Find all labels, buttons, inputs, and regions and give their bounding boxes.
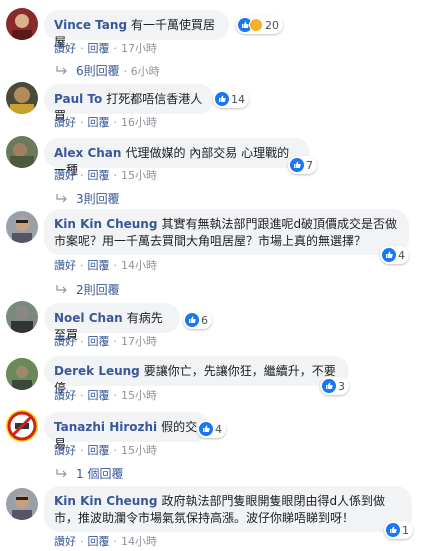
haha-icon bbox=[249, 18, 263, 32]
like-link[interactable]: 讚好 bbox=[54, 389, 76, 402]
comment-actions: 讚好 · 回覆 · 17小時 bbox=[54, 42, 157, 55]
reply-link[interactable]: 回覆 bbox=[88, 444, 110, 457]
commenter-name[interactable]: Tanazhi Hirozhi bbox=[54, 420, 157, 434]
avatar[interactable] bbox=[6, 301, 38, 333]
comment-bubble: Tanazhi Hirozhi 假的交易 bbox=[44, 412, 209, 451]
avatar[interactable] bbox=[6, 211, 38, 243]
avatar[interactable] bbox=[6, 136, 38, 168]
reaction-count-text: 6 bbox=[201, 313, 208, 327]
like-icon bbox=[290, 158, 304, 172]
like-link[interactable]: 讚好 bbox=[54, 169, 76, 182]
comment-actions: 讚好 · 回覆 · 17小時 bbox=[54, 335, 157, 348]
commenter-name[interactable]: Alex Chan bbox=[54, 146, 121, 160]
timestamp[interactable]: 14小時 bbox=[121, 535, 157, 548]
reaction-count[interactable]: 3 bbox=[320, 377, 349, 395]
reply-arrow-icon bbox=[56, 65, 67, 74]
avatar[interactable] bbox=[6, 8, 38, 40]
reaction-count[interactable]: 4 bbox=[197, 420, 226, 438]
avatar[interactable] bbox=[6, 488, 38, 520]
like-icon bbox=[185, 313, 199, 327]
commenter-name[interactable]: Vince Tang bbox=[54, 18, 127, 32]
like-icon bbox=[199, 422, 213, 436]
commenter-name[interactable]: Kin Kin Cheung bbox=[54, 217, 157, 231]
avatar[interactable] bbox=[6, 358, 38, 390]
commenter-name[interactable]: Kin Kin Cheung bbox=[54, 494, 157, 508]
reply-link[interactable]: 回覆 bbox=[88, 42, 110, 55]
view-replies-link[interactable]: 2則回覆 bbox=[56, 281, 120, 298]
like-link[interactable]: 讚好 bbox=[54, 335, 76, 348]
like-link[interactable]: 讚好 bbox=[54, 444, 76, 457]
comment-bubble: Alex Chan 代理做媒的 內部交易 心理戰的一種 bbox=[44, 138, 310, 177]
like-link[interactable]: 讚好 bbox=[54, 259, 76, 272]
like-icon bbox=[386, 523, 400, 537]
timestamp[interactable]: 15小時 bbox=[121, 169, 157, 182]
view-replies-link[interactable]: 1 個回覆 bbox=[56, 465, 123, 482]
avatar[interactable] bbox=[6, 82, 38, 114]
like-link[interactable]: 讚好 bbox=[54, 535, 76, 548]
like-link[interactable]: 讚好 bbox=[54, 42, 76, 55]
reply-link[interactable]: 回覆 bbox=[88, 389, 110, 402]
reaction-count[interactable]: 4 bbox=[380, 246, 409, 264]
timestamp[interactable]: 17小時 bbox=[121, 335, 157, 348]
commenter-name[interactable]: Paul To bbox=[54, 92, 102, 106]
comment-bubble: Kin Kin Cheung 政府執法部門隻眼開隻眼閉由得d人係到做市，推波助瀾令… bbox=[44, 486, 412, 532]
reaction-count[interactable]: 1 bbox=[384, 521, 413, 539]
reply-link[interactable]: 回覆 bbox=[88, 116, 110, 129]
reaction-count[interactable]: 7 bbox=[288, 156, 317, 174]
timestamp[interactable]: 15小時 bbox=[121, 444, 157, 457]
reply-link[interactable]: 回覆 bbox=[88, 259, 110, 272]
comment-bubble: Kin Kin Cheung 其實有無執法部門跟進呢d破頂價成交是否做市案呢？用一… bbox=[44, 209, 409, 255]
reaction-count-text: 4 bbox=[398, 248, 405, 262]
reply-link[interactable]: 回覆 bbox=[88, 335, 110, 348]
comment-bubble: Vince Tang 有一千萬使買居屋 bbox=[44, 10, 229, 49]
reply-link[interactable]: 回覆 bbox=[88, 169, 110, 182]
comment-actions: 讚好 · 回覆 · 15小時 bbox=[54, 169, 157, 182]
timestamp[interactable]: 14小時 bbox=[121, 259, 157, 272]
comment-actions: 讚好 · 回覆 · 14小時 bbox=[54, 535, 157, 548]
reaction-count-text: 20 bbox=[265, 18, 279, 32]
reply-arrow-icon bbox=[56, 193, 67, 202]
view-replies-link[interactable]: 6則回覆 · 6小時 bbox=[56, 62, 160, 79]
like-icon bbox=[382, 248, 396, 262]
comment-actions: 讚好 · 回覆 · 15小時 bbox=[54, 444, 157, 457]
comment-actions: 讚好 · 回覆 · 16小時 bbox=[54, 116, 157, 129]
view-replies-link[interactable]: 3則回覆 bbox=[56, 190, 120, 207]
comment-bubble: Paul To 打死都唔信香港人買 bbox=[44, 84, 214, 123]
timestamp[interactable]: 15小時 bbox=[121, 389, 157, 402]
timestamp[interactable]: 16小時 bbox=[121, 116, 157, 129]
comment-bubble: Derek Leung 要讓你亡，先讓你狂，繼續升，不要停 bbox=[44, 356, 349, 395]
like-link[interactable]: 讚好 bbox=[54, 116, 76, 129]
avatar[interactable] bbox=[6, 410, 38, 442]
like-icon bbox=[322, 379, 336, 393]
commenter-name[interactable]: Derek Leung bbox=[54, 364, 140, 378]
reply-arrow-icon bbox=[56, 284, 67, 293]
comment-actions: 讚好 · 回覆 · 15小時 bbox=[54, 389, 157, 402]
timestamp[interactable]: 17小時 bbox=[121, 42, 157, 55]
reaction-count[interactable]: 14 bbox=[213, 90, 249, 108]
comment-actions: 讚好 · 回覆 · 14小時 bbox=[54, 259, 157, 272]
reply-time: · 6小時 bbox=[123, 64, 160, 78]
reply-arrow-icon bbox=[56, 468, 67, 477]
comment-bubble: Noel Chan 有病先至買 bbox=[44, 303, 180, 342]
reaction-count-text: 3 bbox=[338, 379, 345, 393]
reply-link[interactable]: 回覆 bbox=[88, 535, 110, 548]
reaction-count-text: 14 bbox=[231, 92, 245, 106]
reaction-count[interactable]: 6 bbox=[183, 311, 212, 329]
reaction-count[interactable]: 20 bbox=[236, 16, 283, 34]
reaction-count-text: 4 bbox=[215, 422, 222, 436]
commenter-name[interactable]: Noel Chan bbox=[54, 311, 123, 325]
reaction-count-text: 1 bbox=[402, 523, 409, 537]
like-icon bbox=[215, 92, 229, 106]
reaction-count-text: 7 bbox=[306, 158, 313, 172]
